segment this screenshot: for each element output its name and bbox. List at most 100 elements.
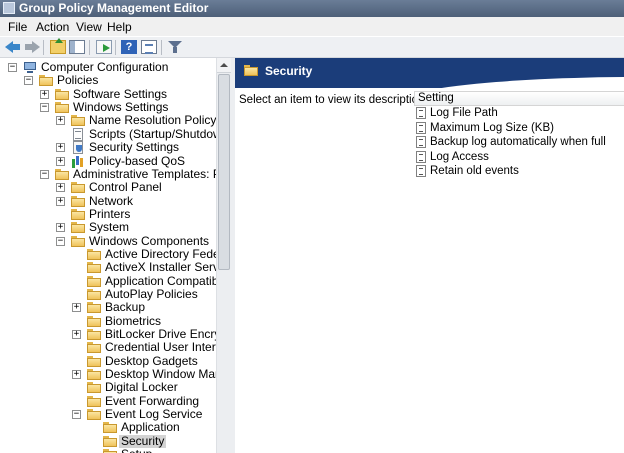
properties-icon[interactable] bbox=[141, 40, 157, 54]
folder-icon bbox=[70, 114, 86, 127]
expand-toggle[interactable]: + bbox=[40, 89, 49, 99]
filter-icon[interactable] bbox=[167, 40, 183, 54]
collapse-toggle[interactable]: − bbox=[24, 76, 33, 86]
tree-node-label: Credential User Interface bbox=[105, 340, 216, 355]
folder-icon bbox=[102, 421, 118, 434]
collapse-toggle[interactable]: − bbox=[56, 236, 65, 246]
console-tree-pane: − Computer Configuration − Policies + Softwar… bbox=[0, 58, 231, 453]
collapse-toggle[interactable]: − bbox=[8, 63, 17, 72]
collapse-toggle[interactable]: − bbox=[72, 410, 81, 420]
menu-action[interactable]: Action bbox=[36, 20, 69, 34]
tree-node[interactable]: Application Compatibility bbox=[0, 274, 216, 288]
folder-icon bbox=[86, 248, 102, 261]
show-hide-tree-icon[interactable] bbox=[69, 40, 85, 54]
menu-view[interactable]: View bbox=[76, 20, 102, 34]
tree-node[interactable]: − Policies bbox=[0, 74, 216, 87]
expand-toggle[interactable]: + bbox=[72, 330, 81, 339]
tree-node[interactable]: Application bbox=[0, 421, 216, 434]
folder-icon bbox=[54, 168, 70, 181]
expand-toggle[interactable]: + bbox=[56, 116, 65, 126]
tree-node[interactable]: + Security Settings bbox=[0, 140, 216, 155]
expand-toggle[interactable]: + bbox=[56, 143, 65, 153]
tree-node[interactable]: − Computer Configuration bbox=[0, 61, 216, 74]
console-tree: − Computer Configuration − Policies + Softwar… bbox=[0, 58, 216, 453]
tree-node[interactable]: ActiveX Installer Service bbox=[0, 261, 216, 274]
tree-node-label: Software Settings bbox=[73, 86, 168, 101]
tree-node[interactable]: Printers bbox=[0, 207, 216, 221]
tree-node[interactable]: Desktop Gadgets bbox=[0, 353, 216, 368]
collapse-toggle[interactable]: − bbox=[40, 103, 49, 112]
export-list-icon[interactable] bbox=[96, 40, 112, 54]
scroll-up-button[interactable] bbox=[217, 58, 231, 73]
tree-node[interactable]: − Windows Components bbox=[0, 233, 216, 248]
tree-node[interactable]: + BitLocker Drive Encryption bbox=[0, 328, 216, 341]
collapse-toggle[interactable]: − bbox=[40, 169, 49, 179]
forward-arrow-icon[interactable] bbox=[24, 40, 40, 54]
expand-toggle[interactable]: + bbox=[72, 370, 81, 380]
tree-node[interactable]: Digital Locker bbox=[0, 381, 216, 394]
tree-node[interactable]: Scripts (Startup/Shutdown) bbox=[0, 126, 216, 141]
scroll-thumb[interactable] bbox=[218, 74, 230, 270]
tree-node-label: ActiveX Installer Service bbox=[105, 260, 216, 275]
tree-node-label: Policy-based QoS bbox=[89, 153, 186, 168]
expand-toggle[interactable]: + bbox=[56, 156, 65, 166]
tree-node-label: System bbox=[89, 220, 130, 235]
tree-node[interactable]: Active Directory Federation S bbox=[0, 247, 216, 261]
tree-node[interactable]: − Administrative Templates: Policy defi bbox=[0, 167, 216, 181]
folder-icon bbox=[86, 368, 102, 381]
tree-node[interactable]: + Backup bbox=[0, 301, 216, 314]
expand-toggle[interactable]: + bbox=[72, 303, 81, 313]
toolbar-separator bbox=[43, 40, 44, 55]
tree-node-label: Event Log Service bbox=[105, 407, 203, 422]
tree-node[interactable]: + Policy-based QoS bbox=[0, 153, 216, 168]
tree-node[interactable]: + Software Settings bbox=[0, 86, 216, 101]
tree-node-label: Setup bbox=[121, 448, 152, 453]
tree-node[interactable]: + System bbox=[0, 221, 216, 234]
tree-node[interactable]: Setup bbox=[0, 448, 216, 453]
folder-icon bbox=[38, 74, 54, 87]
tree-node[interactable]: AutoPlay Policies bbox=[0, 286, 216, 301]
tree-node[interactable]: + Control Panel bbox=[0, 181, 216, 194]
tree-node-label: Windows Components bbox=[89, 233, 210, 248]
tree-node-label: Desktop Gadgets bbox=[105, 353, 198, 368]
tree-node[interactable]: Event Forwarding bbox=[0, 394, 216, 408]
folder-icon bbox=[243, 64, 259, 77]
tree-node-label: Scripts (Startup/Shutdown) bbox=[89, 126, 216, 141]
tree-node[interactable]: Security bbox=[0, 433, 216, 448]
tree-node-label: Control Panel bbox=[89, 180, 162, 195]
folder-icon bbox=[102, 435, 118, 448]
help-icon[interactable]: ? bbox=[121, 40, 137, 54]
computer-icon bbox=[22, 61, 38, 74]
policy-setting-icon bbox=[416, 121, 426, 134]
folder-icon bbox=[70, 195, 86, 208]
back-arrow-icon[interactable] bbox=[5, 40, 21, 54]
up-folder-icon[interactable] bbox=[50, 38, 66, 54]
folder-icon bbox=[86, 301, 102, 314]
menu-file[interactable]: File bbox=[8, 20, 27, 34]
folder-icon bbox=[86, 261, 102, 274]
tree-node[interactable]: Biometrics bbox=[0, 314, 216, 328]
tree-node[interactable]: − Windows Settings bbox=[0, 101, 216, 114]
tree-node-label: Security bbox=[119, 433, 167, 448]
tree-node-label: Application bbox=[121, 420, 180, 435]
tree-node-label: AutoPlay Policies bbox=[105, 286, 198, 301]
expand-toggle[interactable]: + bbox=[56, 223, 65, 233]
tree-node[interactable]: Credential User Interface bbox=[0, 341, 216, 354]
policy-setting-icon bbox=[416, 150, 426, 163]
policy-setting-icon bbox=[416, 136, 426, 148]
app-icon bbox=[3, 2, 15, 14]
expand-toggle[interactable]: + bbox=[56, 183, 65, 193]
tree-node[interactable]: + Name Resolution Policy bbox=[0, 114, 216, 127]
tree-node[interactable]: + Network bbox=[0, 194, 216, 208]
tree-node[interactable]: − Event Log Service bbox=[0, 408, 216, 421]
tree-vertical-scrollbar[interactable] bbox=[216, 58, 231, 453]
folder-icon bbox=[70, 181, 86, 194]
shield-icon bbox=[70, 141, 86, 155]
folder-icon bbox=[86, 288, 102, 301]
expand-toggle[interactable]: + bbox=[56, 196, 65, 206]
setting-column-header[interactable]: Setting bbox=[414, 91, 624, 106]
tree-node[interactable]: + Desktop Window Manager bbox=[0, 368, 216, 381]
tree-node-label: Security Settings bbox=[89, 140, 180, 155]
menu-help[interactable]: Help bbox=[107, 20, 132, 34]
tree-node-label: Backup bbox=[105, 300, 146, 315]
